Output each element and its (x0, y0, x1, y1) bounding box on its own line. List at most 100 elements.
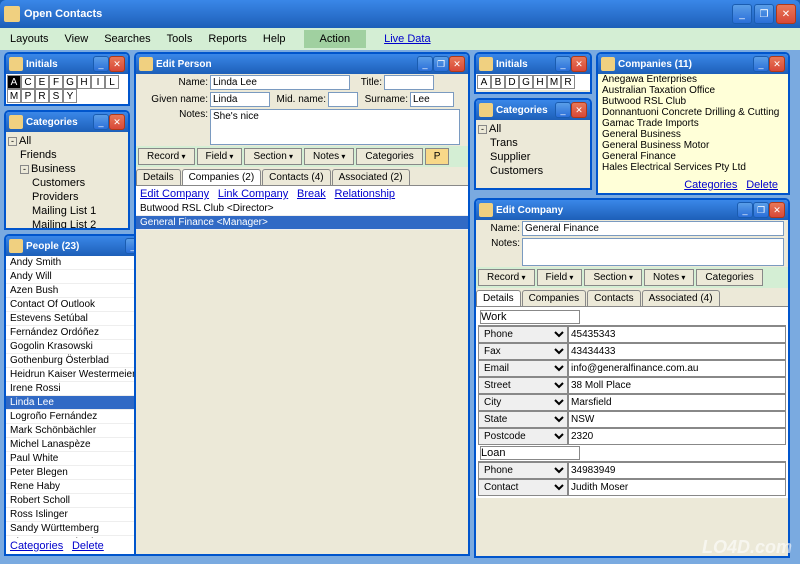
initial-B[interactable]: B (491, 75, 505, 89)
initial-H[interactable]: H (533, 75, 547, 89)
company-item[interactable]: Butwood RSL Club (598, 96, 788, 107)
company-item[interactable]: General Finance (598, 151, 788, 162)
menu-tools[interactable]: Tools (161, 31, 199, 47)
categories1-close[interactable]: ✕ (109, 114, 125, 130)
notes-input[interactable] (210, 109, 460, 145)
person-company-item[interactable]: General Finance <Manager> (136, 216, 468, 230)
ec-notes-button[interactable]: Notes (644, 269, 694, 286)
ec-tab-associated[interactable]: Associated (4) (642, 290, 720, 306)
action-button[interactable]: Action (304, 30, 367, 48)
field-label-select[interactable]: Fax (478, 343, 568, 360)
edit-person-max[interactable]: ❐ (433, 56, 449, 72)
ec-record-button[interactable]: Record (478, 269, 535, 286)
menu-help[interactable]: Help (257, 31, 292, 47)
link-company-link[interactable]: Link Company (218, 188, 288, 200)
edit-person-close[interactable]: ✕ (449, 56, 465, 72)
field-value-input[interactable] (568, 394, 786, 411)
person-company-item[interactable]: Butwood RSL Club <Director> (136, 202, 468, 216)
tree-node-all[interactable]: -All (8, 134, 126, 148)
initial-L[interactable]: L (105, 75, 119, 89)
initial-M[interactable]: M (7, 89, 21, 103)
companies-categories-link[interactable]: Categories (684, 179, 737, 191)
field-value-input[interactable] (568, 428, 786, 445)
menu-reports[interactable]: Reports (202, 31, 253, 47)
company-item[interactable]: Hales Electrical Services Pty Ltd (598, 162, 788, 173)
people-delete-link[interactable]: Delete (72, 540, 104, 552)
initial-I[interactable]: I (91, 75, 105, 89)
company-item[interactable]: General Business (598, 129, 788, 140)
ec-tab-companies[interactable]: Companies (522, 290, 587, 306)
companies-delete-link[interactable]: Delete (746, 179, 778, 191)
companies-min[interactable]: _ (753, 56, 769, 72)
ec-tab-details[interactable]: Details (476, 290, 521, 306)
initial-R[interactable]: R (561, 75, 575, 89)
name-input[interactable] (210, 75, 350, 90)
initial-C[interactable]: C (21, 75, 35, 89)
field-value-input[interactable] (568, 326, 786, 343)
menu-layouts[interactable]: Layouts (4, 31, 55, 47)
tree2-customers[interactable]: Customers (478, 164, 588, 178)
given-input[interactable] (210, 92, 270, 107)
categories-button[interactable]: Categories (356, 148, 422, 165)
company-item[interactable]: General Business Motor (598, 140, 788, 151)
categories2-min[interactable]: _ (555, 102, 571, 118)
ec-tab-contacts[interactable]: Contacts (587, 290, 640, 306)
menu-searches[interactable]: Searches (98, 31, 156, 47)
livedata-link[interactable]: Live Data (378, 31, 436, 47)
initial-G[interactable]: G (519, 75, 533, 89)
field-value-input[interactable] (568, 343, 786, 360)
field-label-select[interactable]: State (478, 411, 568, 428)
ec-section-button[interactable]: Section (584, 269, 642, 286)
mid-input[interactable] (328, 92, 358, 107)
initials2-min[interactable]: _ (555, 56, 571, 72)
tree-node-friends[interactable]: Friends (8, 148, 126, 162)
initial-H[interactable]: H (77, 75, 91, 89)
p-button[interactable]: P (425, 148, 450, 165)
surname-input[interactable] (410, 92, 454, 107)
ec-section-loan[interactable] (480, 446, 580, 460)
tree-node-business[interactable]: -Business (8, 162, 126, 176)
initials1-min[interactable]: _ (93, 56, 109, 72)
title-input[interactable] (384, 75, 434, 90)
maximize-button[interactable]: ❐ (754, 4, 774, 24)
ec-section-work[interactable] (480, 310, 580, 324)
field-value-input[interactable] (568, 411, 786, 428)
tab-companies[interactable]: Companies (2) (182, 169, 262, 185)
section-button[interactable]: Section (244, 148, 302, 165)
companies-close[interactable]: ✕ (769, 56, 785, 72)
edit-company-link[interactable]: Edit Company (140, 188, 209, 200)
field-value-input[interactable] (568, 479, 786, 496)
company-item[interactable]: Donnantuoni Concrete Drilling & Cutting (598, 107, 788, 118)
company-item[interactable]: Gamac Trade Imports (598, 118, 788, 129)
ec-categories-button[interactable]: Categories (696, 269, 762, 286)
initials1-close[interactable]: ✕ (109, 56, 125, 72)
edit-company-min[interactable]: _ (737, 202, 753, 218)
tree-node-ml1[interactable]: Mailing List 1 (8, 204, 126, 218)
field-label-select[interactable]: Postcode (478, 428, 568, 445)
notes-button[interactable]: Notes (304, 148, 354, 165)
initials2-close[interactable]: ✕ (571, 56, 587, 72)
tree-node-providers[interactable]: Providers (8, 190, 126, 204)
tree2-supplier[interactable]: Supplier (478, 150, 588, 164)
initial-E[interactable]: E (35, 75, 49, 89)
ec-field-button[interactable]: Field (537, 269, 583, 286)
field-label-select[interactable]: Phone (478, 462, 568, 479)
field-value-input[interactable] (568, 462, 786, 479)
field-label-select[interactable]: Contact (478, 479, 568, 496)
menu-view[interactable]: View (59, 31, 95, 47)
tab-contacts[interactable]: Contacts (4) (262, 169, 330, 185)
initial-P[interactable]: P (21, 89, 35, 103)
field-value-input[interactable] (568, 360, 786, 377)
tree-node-ml2[interactable]: Mailing List 2 (8, 218, 126, 228)
initial-Y[interactable]: Y (63, 89, 77, 103)
tree2-all[interactable]: -All (478, 122, 588, 136)
field-label-select[interactable]: Email (478, 360, 568, 377)
edit-person-min[interactable]: _ (417, 56, 433, 72)
initial-A[interactable]: A (477, 75, 491, 89)
initial-A[interactable]: A (7, 75, 21, 89)
field-label-select[interactable]: Street (478, 377, 568, 394)
people-categories-link[interactable]: Categories (10, 540, 63, 552)
initial-G[interactable]: G (63, 75, 77, 89)
relationship-link[interactable]: Relationship (335, 188, 396, 200)
initial-F[interactable]: F (49, 75, 63, 89)
